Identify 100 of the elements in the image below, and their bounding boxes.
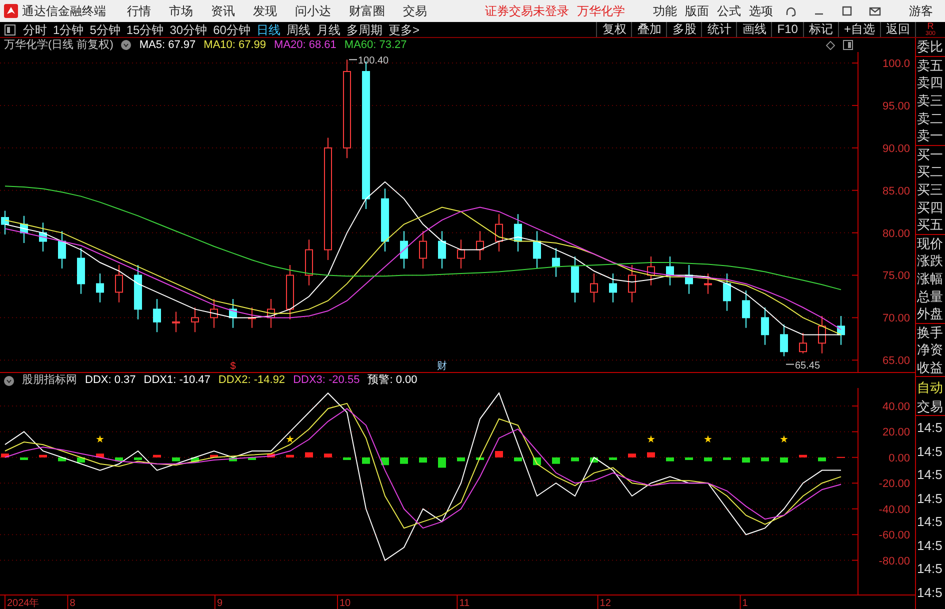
toolbar-button[interactable]: 返回 [880, 22, 915, 37]
legend-value: 预警: 0.00 [368, 373, 418, 388]
toolbar-button[interactable]: 统计 [701, 22, 736, 37]
candlestick [742, 290, 750, 328]
candlestick [172, 311, 180, 333]
candlestick [115, 264, 123, 303]
period-tab[interactable]: 多周期 [343, 20, 386, 38]
toolbar-button[interactable]: 复权 [596, 22, 632, 37]
candlestick [438, 230, 446, 269]
menu-item[interactable]: 公式 [713, 2, 745, 20]
menu-item[interactable]: 资讯 [202, 2, 244, 20]
indicator-bar [248, 457, 256, 460]
period-tab[interactable]: 5分钟 [86, 20, 124, 38]
trade-time: 14:5 [916, 513, 944, 532]
menu-item[interactable]: 功能 [649, 2, 681, 20]
period-tab[interactable]: 分时 [20, 20, 50, 38]
diamond-icon[interactable] [826, 40, 835, 50]
star-marker: ★ [780, 434, 788, 446]
date-label: 8 [70, 598, 76, 609]
toolbar-button[interactable]: F10 [771, 22, 803, 37]
quote-label: 卖五 [916, 56, 944, 74]
menu-item[interactable]: 版面 [681, 2, 713, 20]
toolbar-button[interactable]: +自选 [838, 22, 880, 37]
candlestick [685, 264, 693, 294]
period-tab[interactable]: 30分钟 [166, 20, 210, 38]
candlestick [799, 332, 807, 354]
period-tab[interactable]: 60分钟 [210, 20, 254, 38]
indicator-bar [1, 454, 9, 458]
candlestick [419, 230, 427, 269]
annotation: 100.40 [358, 56, 390, 67]
indicator-bar [20, 457, 28, 460]
candlestick [723, 273, 731, 312]
menu-item[interactable]: 交易 [394, 2, 436, 20]
period-tab[interactable]: 日线 [253, 20, 284, 38]
candlestick [571, 256, 579, 303]
menu-item[interactable]: 财富圈 [340, 2, 394, 20]
indicator-bar [742, 457, 750, 463]
indicator-bar [837, 456, 845, 458]
menu-item[interactable]: 发现 [244, 2, 286, 20]
trade-time: 14:5 [916, 536, 944, 555]
indicator-bar [39, 454, 47, 458]
toolbar-button[interactable]: 标记 [802, 22, 838, 37]
candlestick [286, 264, 294, 320]
quote-label: 卖四 [916, 74, 944, 92]
indicator-bar [818, 457, 826, 462]
indicator-bar [685, 457, 693, 460]
candlestick [818, 315, 826, 354]
star-marker: ★ [704, 434, 712, 446]
dropdown-icon[interactable] [121, 40, 132, 50]
price-callout: 100.40 [348, 56, 389, 67]
indicator-bar [96, 454, 104, 458]
axis-label: 0.00 [888, 452, 910, 464]
axis-label: 100.0 [882, 58, 910, 70]
toolbar-button[interactable]: 多股 [666, 22, 702, 37]
indicator-bar [704, 457, 712, 462]
axis-label: -80.00 [878, 555, 910, 568]
legend-value: DDX2: -14.92 [218, 373, 286, 388]
indicator-bar [324, 454, 332, 458]
legend-value: MA10: 67.99 [204, 38, 266, 53]
candlestick [552, 248, 560, 278]
indicator-bar [609, 457, 617, 460]
period-tab[interactable]: 周线 [283, 20, 314, 38]
indicator-bar [115, 457, 123, 462]
axis-label: -20.00 [878, 478, 910, 490]
toolbar-button[interactable]: 叠加 [631, 22, 666, 37]
auto-toggle[interactable]: 自动 [916, 377, 945, 398]
candlestick [666, 256, 674, 286]
maximize-icon[interactable] [840, 4, 854, 18]
indicator-bar [780, 457, 788, 463]
axis-label: 65.00 [882, 355, 910, 368]
menu-item[interactable]: 行情 [118, 2, 160, 20]
menu-item[interactable]: 市场 [160, 2, 202, 20]
panel-toggle-icon[interactable] [4, 24, 16, 36]
quote-label: 净资 [916, 341, 944, 359]
period-tab[interactable]: 月线 [313, 20, 344, 38]
chart-title: 万华化学(日线 前复权) [4, 38, 114, 53]
star-marker: ★ [286, 434, 294, 446]
panel-icon[interactable] [843, 40, 853, 50]
period-tab[interactable]: 更多> [385, 20, 422, 38]
legend-value: MA20: 68.61 [274, 38, 336, 53]
login-status-link[interactable]: 证券交易未登录 [485, 2, 569, 20]
dropdown-icon[interactable] [4, 376, 14, 386]
toolbar-button[interactable]: 画线 [736, 22, 772, 37]
indicator-bar [571, 457, 579, 462]
legend-value: MA5: 67.97 [139, 38, 196, 53]
axis-label: 20.00 [882, 426, 910, 439]
quote-label: 收益 [916, 358, 944, 376]
menu-item[interactable]: 问小达 [286, 2, 340, 20]
user-button[interactable]: 游客 [897, 2, 945, 20]
axis-label: 95.00 [882, 100, 910, 112]
indicator-bar [210, 454, 218, 458]
date-label: 1 [742, 598, 748, 609]
indicator-bar [134, 457, 142, 460]
indicator-bar [514, 457, 522, 462]
app-title: 通达信金融终端 [22, 3, 106, 20]
period-tab[interactable]: 1分钟 [50, 20, 87, 38]
menu-item[interactable]: 选项 [745, 2, 777, 20]
trade-time: 14:5 [916, 584, 944, 602]
candlestick [837, 315, 845, 346]
period-tab[interactable]: 15分钟 [123, 20, 167, 38]
